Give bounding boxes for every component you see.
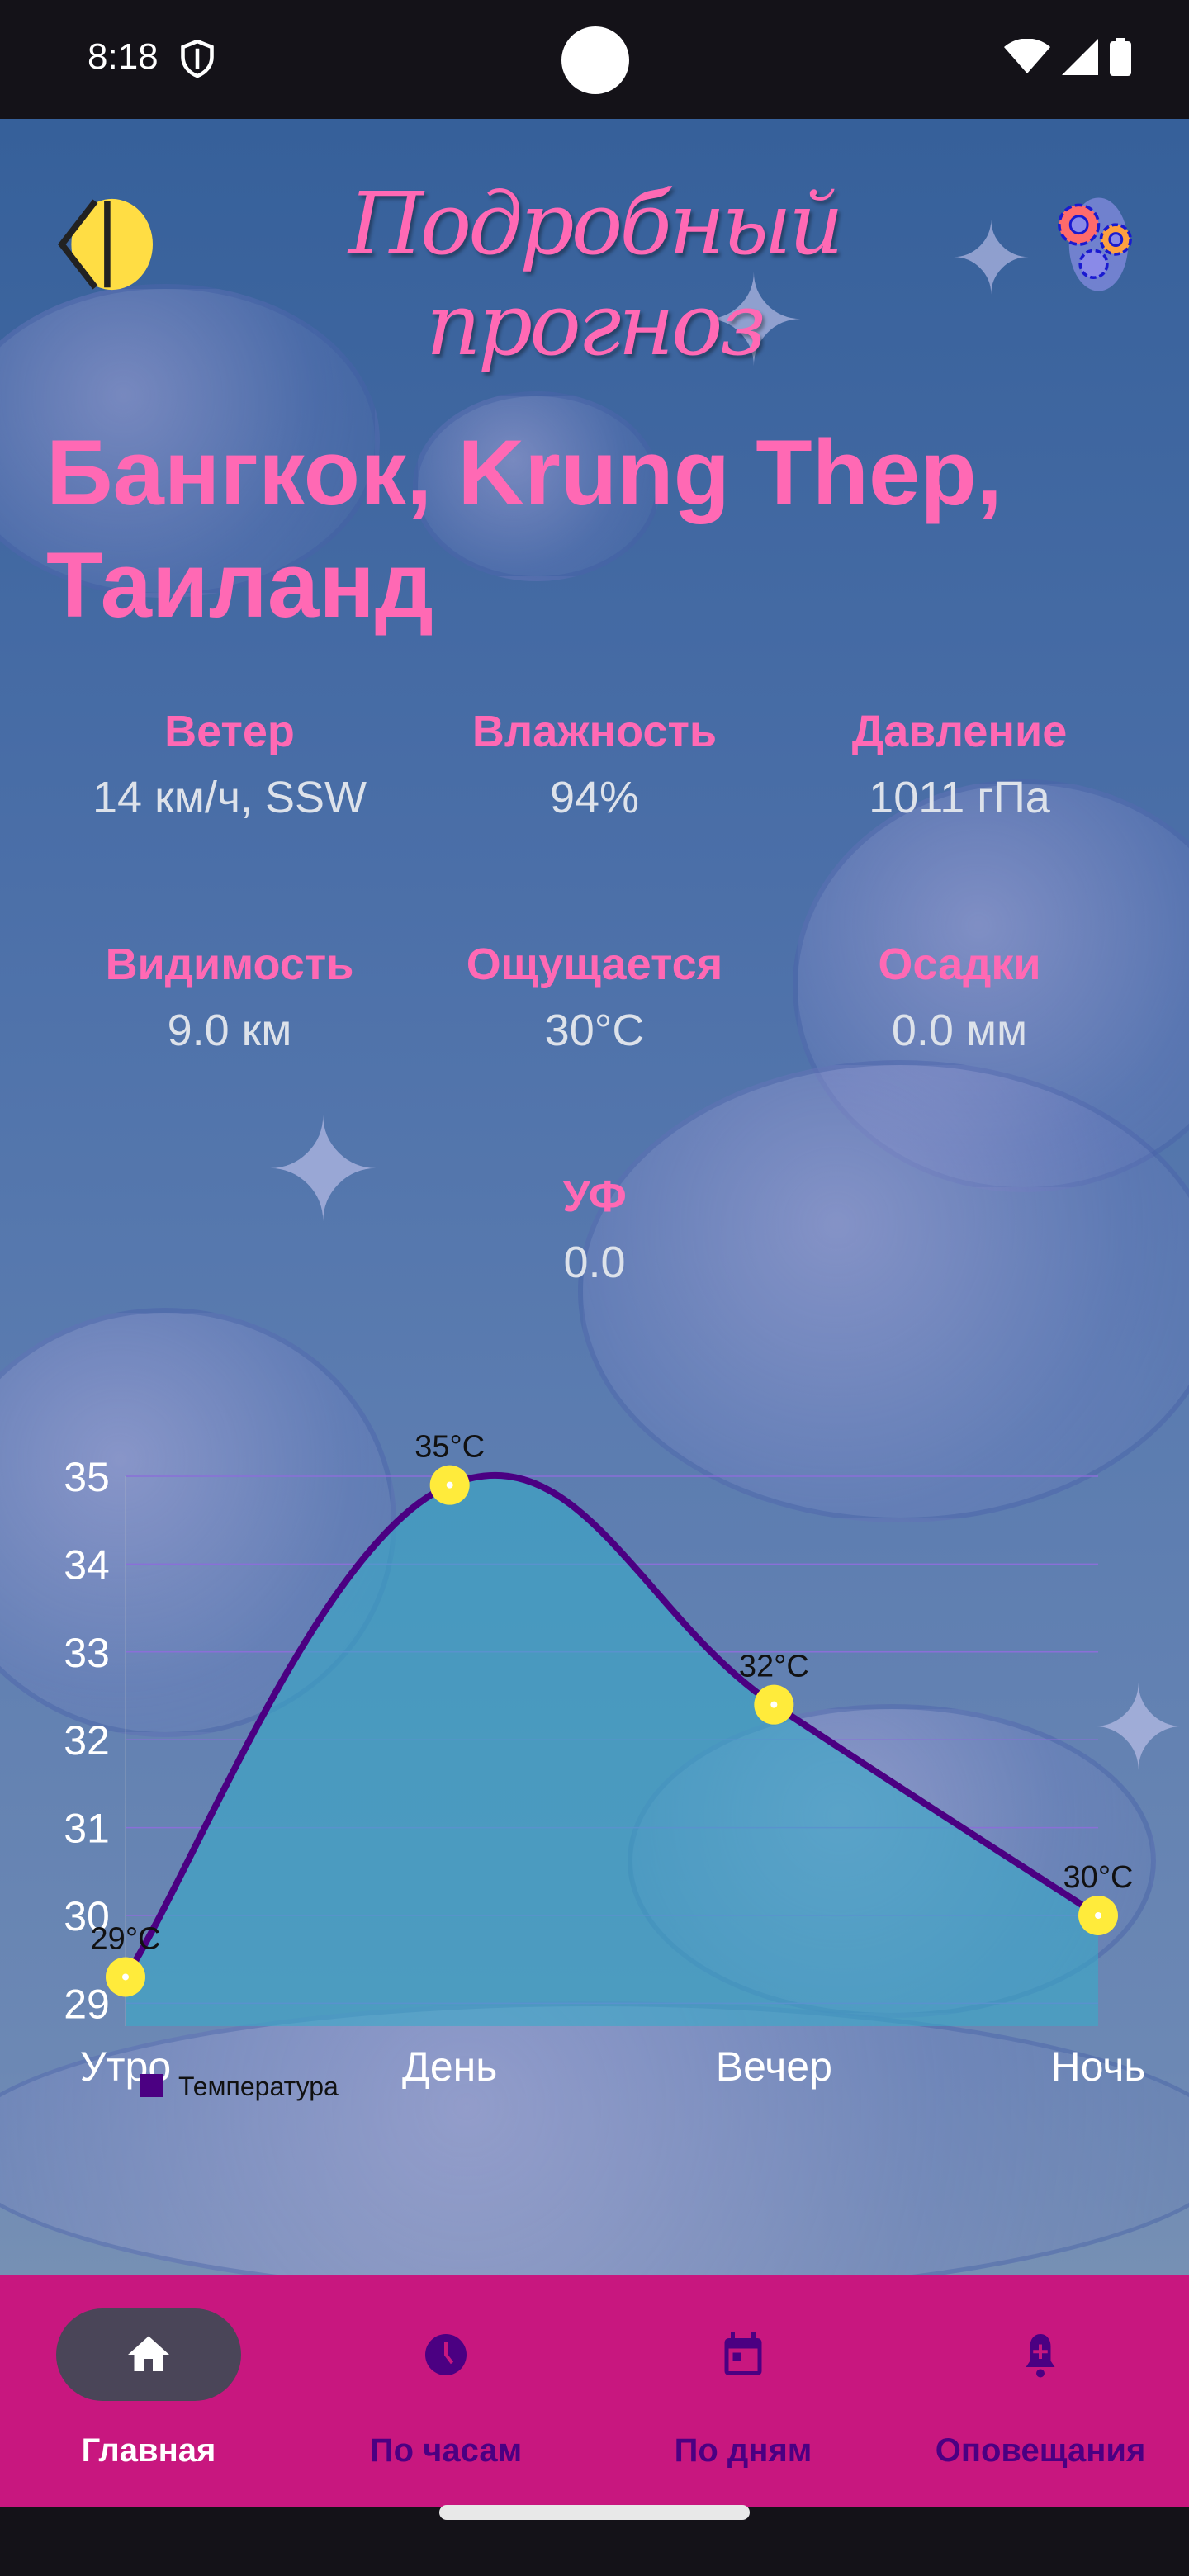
y-tick-label: 32 (64, 1717, 110, 1764)
y-tick-label: 35 (64, 1454, 110, 1500)
legend-label: Температура (178, 2072, 339, 2101)
data-label: 29°C (91, 1921, 161, 1956)
stat-value: 30°C (544, 1006, 645, 1055)
wifi-icon (1004, 39, 1050, 73)
stat-label: Осадки (878, 940, 1041, 989)
data-point-center (122, 1973, 129, 1981)
y-tick-label: 34 (64, 1541, 110, 1588)
settings-gears-icon[interactable] (1045, 195, 1148, 294)
y-tick-label: 29 (64, 1981, 110, 2027)
nav-hourly[interactable]: По часам (297, 2275, 594, 2507)
y-tick-label: 31 (64, 1806, 110, 1852)
status-bar: 8:18 (0, 0, 1189, 119)
signal-icon (1062, 39, 1098, 75)
nav-label: Оповещания (935, 2432, 1146, 2469)
temperature-area (126, 1475, 1098, 2026)
x-tick-label: Вечер (716, 2043, 832, 2090)
stat-label: Ощущается (466, 940, 723, 989)
stat-value: 94% (549, 773, 640, 822)
x-tick-label: Ночь (1051, 2043, 1146, 2090)
status-time: 8:18 (88, 36, 159, 77)
home-icon (128, 2336, 169, 2371)
data-label: 30°C (1063, 1860, 1134, 1895)
background-star: ✦ (264, 1093, 382, 1250)
nav-home[interactable]: Главная (0, 2275, 297, 2507)
page-title: Подробный прогноз (348, 173, 844, 375)
data-point-center (770, 1701, 778, 1708)
shield-icon (181, 40, 214, 78)
calendar-icon (724, 2332, 762, 2375)
stat-visibility: Видимость 9.0 км (48, 939, 411, 1056)
stat-label: Ветер (164, 707, 295, 756)
temperature-chart: 2930313233343529°CУтро35°CДень32°CВечер3… (64, 1430, 1146, 2101)
gesture-handle[interactable] (439, 2505, 750, 2520)
legend-swatch (140, 2074, 163, 2097)
nav-label: По дням (674, 2432, 812, 2469)
stat-wind: Ветер 14 км/ч, SSW (48, 706, 411, 823)
city-name: Бангкок, Krung Thep, Таиланд (46, 421, 1002, 637)
stat-value: 0.0 мм (891, 1006, 1028, 1055)
stat-pressure: Давление 1011 гПа (778, 706, 1141, 823)
data-label: 35°C (414, 1430, 485, 1465)
x-tick-label: День (402, 2043, 497, 2090)
stat-value: 14 км/ч, SSW (92, 773, 367, 822)
stat-value: 1011 гПа (869, 773, 1050, 822)
nav-label: По часам (369, 2432, 523, 2469)
y-tick-label: 33 (64, 1630, 110, 1676)
stat-value: 9.0 км (167, 1006, 292, 1055)
stat-feels-like: Ощущается 30°C (413, 939, 776, 1056)
bottom-navigation: Главная По часам По дням Оповещания (0, 2275, 1189, 2507)
stat-uv: УФ 0.0 (413, 1171, 776, 1288)
stat-label: Влажность (471, 707, 718, 756)
bell-plus-icon (1026, 2334, 1055, 2378)
clock-icon (425, 2334, 467, 2375)
data-point-center (1095, 1912, 1101, 1919)
data-point-center (446, 1481, 453, 1489)
nav-alerts[interactable]: Оповещания (892, 2275, 1189, 2507)
back-button[interactable] (53, 197, 157, 292)
data-label: 32°C (739, 1650, 809, 1684)
battery-icon (1110, 38, 1131, 76)
nav-label: Главная (81, 2432, 216, 2469)
stat-label: Давление (851, 707, 1068, 756)
stat-value: 0.0 (563, 1238, 626, 1287)
stat-humidity: Влажность 94% (413, 706, 776, 823)
stat-label: УФ (562, 1172, 627, 1221)
nav-daily[interactable]: По дням (594, 2275, 892, 2507)
camera-cutout (561, 26, 629, 94)
stat-label: Видимость (105, 940, 354, 989)
stat-precipitation: Осадки 0.0 мм (778, 939, 1141, 1056)
